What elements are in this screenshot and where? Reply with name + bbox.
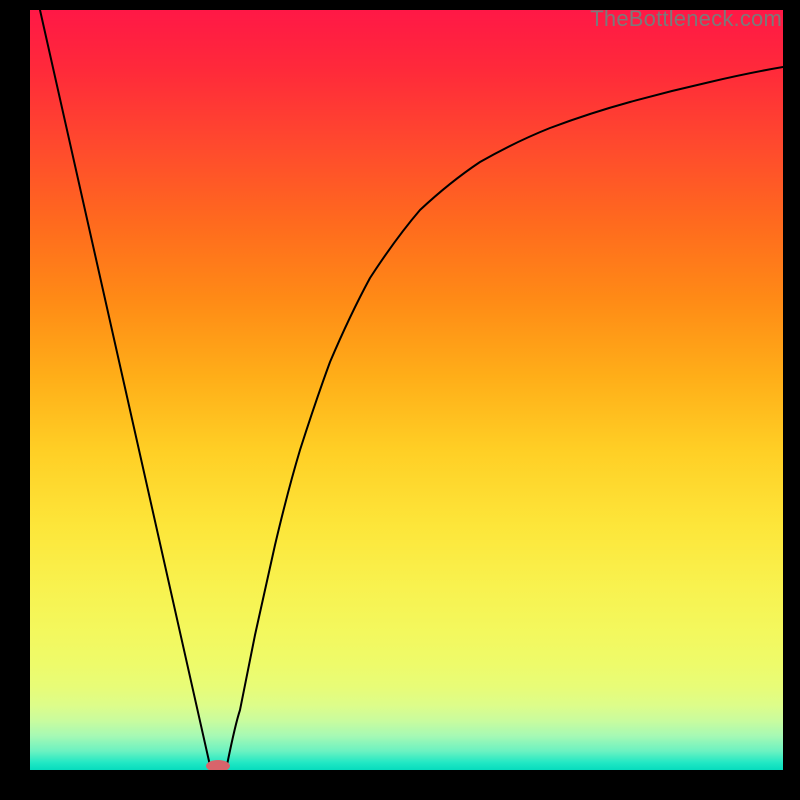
plot-area bbox=[30, 10, 783, 770]
curve-left-branch bbox=[40, 10, 211, 770]
watermark-text: TheBottleneck.com bbox=[590, 6, 782, 32]
curve-layer bbox=[30, 10, 783, 770]
curve-right-branch bbox=[226, 67, 783, 770]
chart-frame: TheBottleneck.com bbox=[0, 0, 800, 800]
